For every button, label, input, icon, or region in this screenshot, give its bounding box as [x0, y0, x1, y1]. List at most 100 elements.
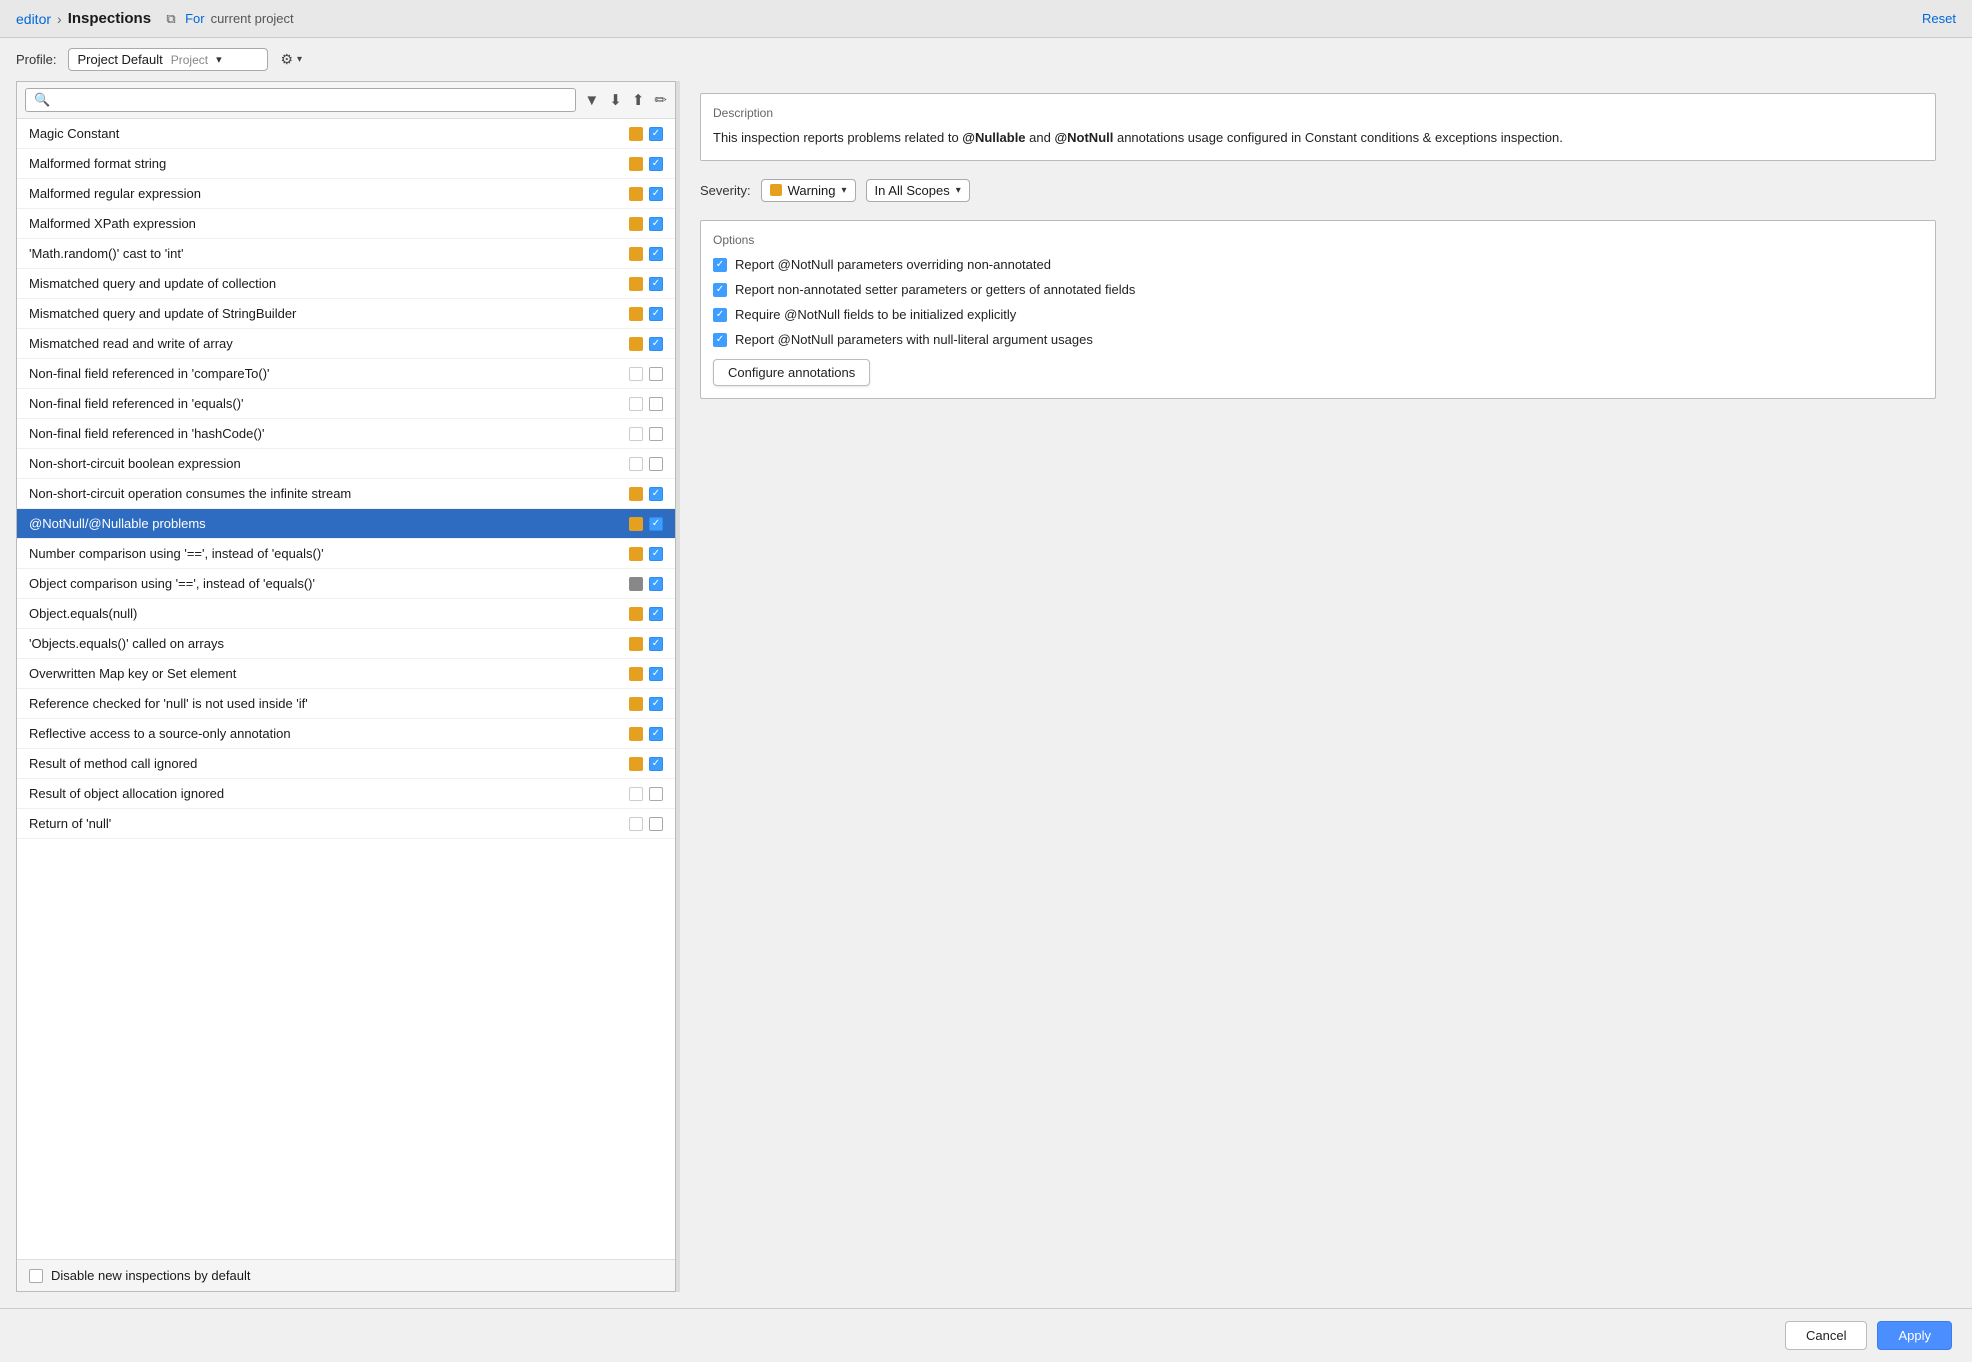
cancel-button[interactable]: Cancel — [1785, 1321, 1867, 1350]
options-section: Options Report @NotNull parameters overr… — [700, 220, 1936, 399]
list-item[interactable]: Result of object allocation ignored — [17, 779, 675, 809]
disable-label: Disable new inspections by default — [51, 1268, 250, 1283]
item-checkbox[interactable] — [649, 397, 663, 411]
list-item[interactable]: Malformed XPath expression — [17, 209, 675, 239]
severity-indicator — [629, 157, 643, 171]
severity-indicator — [629, 547, 643, 561]
list-item[interactable]: Non-short-circuit boolean expression — [17, 449, 675, 479]
list-item[interactable]: @NotNull/@Nullable problems — [17, 509, 675, 539]
list-item[interactable]: Non-short-circuit operation consumes the… — [17, 479, 675, 509]
notnull-text: @NotNull — [1054, 130, 1113, 145]
list-item-label: Object.equals(null) — [29, 606, 137, 621]
disable-checkbox[interactable] — [29, 1269, 43, 1283]
gear-button[interactable]: ⚙ ▾ — [280, 51, 302, 68]
item-checkbox[interactable] — [649, 727, 663, 741]
configure-annotations-button[interactable]: Configure annotations — [713, 359, 870, 386]
search-bar: 🔍 ▼ ⬇ ⬆ ✏ — [17, 82, 675, 119]
list-item[interactable]: Number comparison using '==', instead of… — [17, 539, 675, 569]
item-checkbox[interactable] — [649, 607, 663, 621]
content-area: 🔍 ▼ ⬇ ⬆ ✏ Magic Constant Malformed format… — [0, 81, 1972, 1308]
list-item[interactable]: Magic Constant — [17, 119, 675, 149]
list-item[interactable]: Mismatched read and write of array — [17, 329, 675, 359]
severity-arrow-icon: ▾ — [842, 185, 847, 196]
list-item-label: Reflective access to a source-only annot… — [29, 726, 291, 741]
item-checkbox[interactable] — [649, 307, 663, 321]
list-item[interactable]: Object.equals(null) — [17, 599, 675, 629]
item-checkbox[interactable] — [649, 337, 663, 351]
expand-icon[interactable]: ⬇ — [609, 91, 622, 109]
severity-indicator — [629, 607, 643, 621]
list-item-label: Malformed format string — [29, 156, 166, 171]
toolbar-icons: ▼ ⬇ ⬆ ✏ — [584, 91, 667, 109]
item-checkbox[interactable] — [649, 127, 663, 141]
severity-indicator — [629, 187, 643, 201]
item-checkbox[interactable] — [649, 787, 663, 801]
filter-icon[interactable]: ▼ — [584, 92, 599, 109]
profile-tag: Project — [171, 53, 208, 67]
scope-arrow-icon: ▾ — [956, 185, 961, 196]
nullable-text: @Nullable — [962, 130, 1025, 145]
profile-row: Profile: Project Default Project ▾ ⚙ ▾ — [0, 38, 1972, 81]
list-item[interactable]: Non-final field referenced in 'compareTo… — [17, 359, 675, 389]
list-item-label: Object comparison using '==', instead of… — [29, 576, 315, 591]
list-item[interactable]: Non-final field referenced in 'hashCode(… — [17, 419, 675, 449]
item-checkbox[interactable] — [649, 667, 663, 681]
search-input-wrap[interactable]: 🔍 — [25, 88, 576, 112]
list-item[interactable]: Object comparison using '==', instead of… — [17, 569, 675, 599]
item-checkbox[interactable] — [649, 217, 663, 231]
item-checkbox[interactable] — [649, 247, 663, 261]
list-item[interactable]: Reference checked for 'null' is not used… — [17, 689, 675, 719]
severity-value: Warning — [788, 183, 836, 198]
option-checkbox[interactable] — [713, 308, 727, 322]
item-checkbox[interactable] — [649, 517, 663, 531]
option-checkbox[interactable] — [713, 283, 727, 297]
list-item[interactable]: Non-final field referenced in 'equals()' — [17, 389, 675, 419]
breadcrumb-bar: editor › Inspections ⧉ For current proje… — [0, 0, 1972, 38]
item-checkbox[interactable] — [649, 637, 663, 651]
scope-dropdown[interactable]: In All Scopes ▾ — [866, 179, 970, 202]
item-checkbox[interactable] — [649, 697, 663, 711]
item-checkbox[interactable] — [649, 427, 663, 441]
reset-button[interactable]: Reset — [1922, 11, 1956, 26]
collapse-icon[interactable]: ⬆ — [632, 91, 645, 109]
right-panel: Description This inspection reports prob… — [680, 81, 1956, 1292]
item-checkbox[interactable] — [649, 277, 663, 291]
profile-select[interactable]: Project Default Project ▾ — [68, 48, 268, 71]
description-text: This inspection reports problems related… — [713, 128, 1923, 148]
edit-icon[interactable]: ✏ — [654, 91, 667, 109]
list-item[interactable]: 'Objects.equals()' called on arrays — [17, 629, 675, 659]
list-item[interactable]: Return of 'null' — [17, 809, 675, 839]
breadcrumb-current: Inspections — [68, 10, 151, 27]
search-input[interactable] — [56, 93, 567, 108]
severity-indicator — [629, 667, 643, 681]
scope-value: In All Scopes — [875, 183, 950, 198]
list-item[interactable]: Malformed regular expression — [17, 179, 675, 209]
list-item[interactable]: Result of method call ignored — [17, 749, 675, 779]
apply-button[interactable]: Apply — [1877, 1321, 1952, 1350]
item-checkbox[interactable] — [649, 757, 663, 771]
severity-indicator — [629, 367, 643, 381]
item-checkbox[interactable] — [649, 817, 663, 831]
severity-indicator — [629, 637, 643, 651]
list-item[interactable]: Overwritten Map key or Set element — [17, 659, 675, 689]
item-checkbox[interactable] — [649, 187, 663, 201]
severity-indicator — [629, 427, 643, 441]
item-checkbox[interactable] — [649, 157, 663, 171]
item-checkbox[interactable] — [649, 457, 663, 471]
description-title: Description — [713, 106, 1923, 120]
list-item[interactable]: 'Math.random()' cast to 'int' — [17, 239, 675, 269]
list-item[interactable]: Reflective access to a source-only annot… — [17, 719, 675, 749]
list-item-label: Result of method call ignored — [29, 756, 197, 771]
list-item[interactable]: Malformed format string — [17, 149, 675, 179]
item-checkbox[interactable] — [649, 367, 663, 381]
for-label: For — [185, 11, 205, 26]
item-checkbox[interactable] — [649, 577, 663, 591]
item-checkbox[interactable] — [649, 487, 663, 501]
option-checkbox[interactable] — [713, 258, 727, 272]
list-item[interactable]: Mismatched query and update of StringBui… — [17, 299, 675, 329]
breadcrumb-editor[interactable]: editor — [16, 11, 51, 27]
list-item[interactable]: Mismatched query and update of collectio… — [17, 269, 675, 299]
severity-dropdown[interactable]: Warning ▾ — [761, 179, 856, 202]
item-checkbox[interactable] — [649, 547, 663, 561]
option-checkbox[interactable] — [713, 333, 727, 347]
